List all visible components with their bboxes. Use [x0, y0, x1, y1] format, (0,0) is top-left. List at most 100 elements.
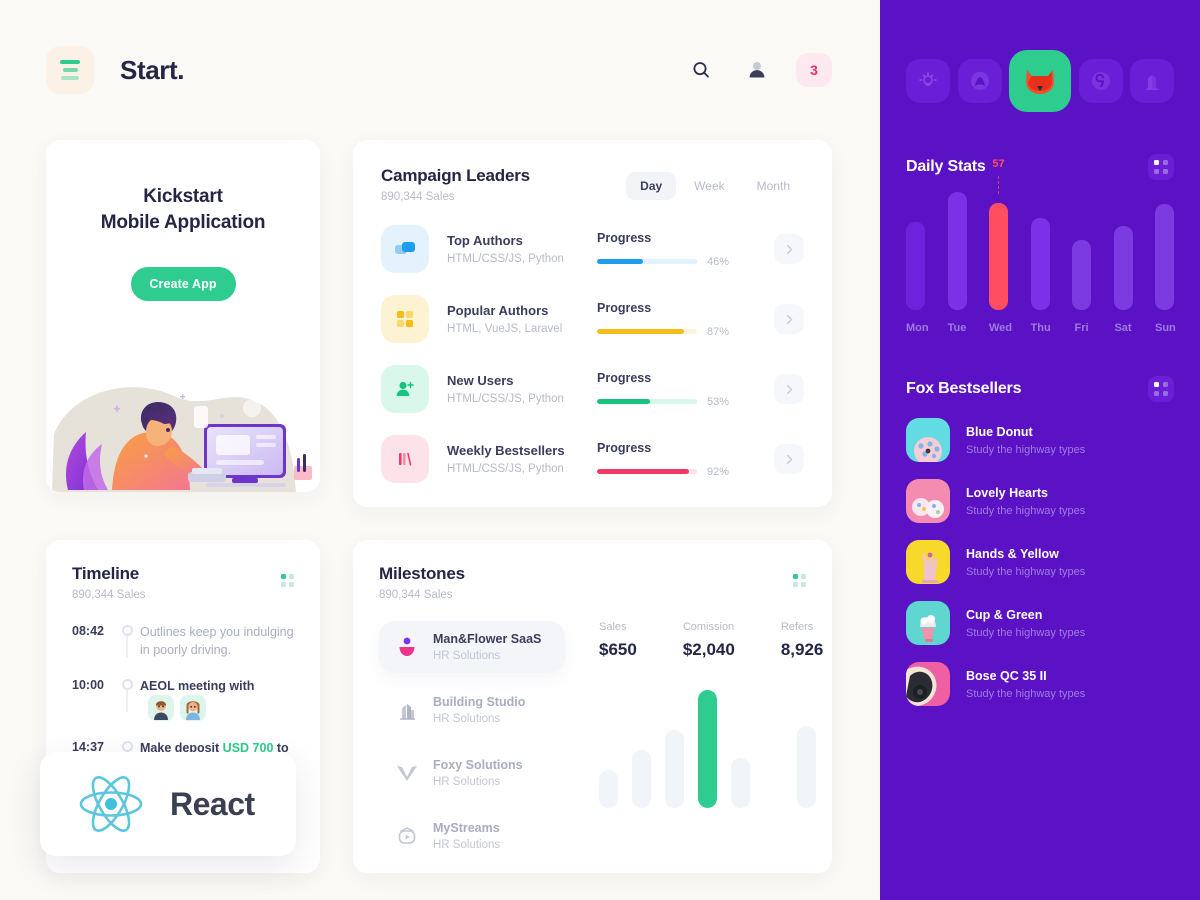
table-row[interactable]: Popular Authors HTML, VueJS, Laravel Pro… — [381, 295, 804, 343]
blue-donut-thumb — [906, 418, 950, 462]
list-item[interactable]: Blue Donut Study the highway types — [906, 418, 1174, 462]
timeline-text: AEOL meeting with — [140, 677, 294, 739]
product-name: Lovely Hearts — [966, 485, 1048, 500]
fox-app-icon[interactable] — [1009, 50, 1071, 112]
product-sub: Study the highway types — [966, 687, 1086, 700]
person-at-computer-illustration — [52, 387, 312, 492]
row-tech: HTML/CSS/JS, Python — [447, 393, 564, 405]
row-title: Weekly Bestsellers — [447, 443, 565, 458]
product-name: Hands & Yellow — [966, 546, 1059, 561]
company-name: MyStreams — [433, 821, 500, 835]
list-item[interactable]: Hands & Yellow Study the highway types — [906, 540, 1174, 584]
nine-app-icon[interactable] — [1078, 59, 1123, 103]
chart-bar — [947, 192, 967, 310]
row-text: New Users HTML/CSS/JS, Python — [447, 373, 579, 405]
grid-dots-icon[interactable] — [793, 564, 806, 587]
chevron-right-icon[interactable] — [774, 234, 804, 264]
progress-bar — [597, 259, 697, 264]
list-item[interactable]: 08:42 Outlines keep you indulging in poo… — [72, 623, 294, 677]
tab-day[interactable]: Day — [626, 172, 677, 200]
milestones-bar-chart — [599, 688, 823, 808]
grid-dots-icon[interactable] — [1148, 376, 1174, 402]
stat-label: Refers — [780, 621, 814, 633]
list-item[interactable]: Bose QC 35 II Study the highway types — [906, 662, 1174, 706]
chart-bar — [1113, 226, 1133, 310]
row-text: Top Authors HTML/CSS/JS, Python — [447, 233, 579, 265]
tick-label: Wed — [989, 322, 1013, 334]
product-sub: Study the highway types — [966, 504, 1086, 517]
notification-badge[interactable]: 3 — [796, 53, 832, 87]
row-title: Popular Authors — [447, 303, 549, 318]
list-item[interactable]: Lovely Hearts Study the highway types — [906, 479, 1174, 523]
right-column: Campaign Leaders 890,344 Sales Day Week … — [353, 140, 832, 507]
brand-area[interactable]: Start. — [46, 46, 184, 94]
bestsellers-list: Blue Donut Study the highway types Lovel… — [906, 418, 1174, 706]
table-row[interactable]: Top Authors HTML/CSS/JS, Python Progress… — [381, 225, 804, 273]
grid-dots-icon[interactable] — [1148, 154, 1174, 180]
sidebar: Daily Stats 57 Mon Tue Wed Thu Fri Sat S… — [880, 0, 1200, 900]
arc-app-icon[interactable] — [957, 59, 1002, 103]
stat-value: 8,926 — [780, 640, 824, 659]
list-item[interactable]: 10:00 AEOL meeting with — [72, 677, 294, 739]
table-row[interactable]: New Users HTML/CSS/JS, Python Progress 5… — [381, 365, 804, 413]
building-app-icon[interactable] — [1130, 59, 1174, 103]
row-text: Weekly Bestsellers HTML/CSS/JS, Python — [447, 443, 579, 475]
lightbulb-app-icon[interactable] — [906, 59, 950, 103]
daily-stats-chart: 57 — [906, 158, 1174, 310]
cup-green-thumb — [906, 601, 950, 645]
list-item[interactable]: Man&Flower SaaS HR Solutions — [379, 621, 565, 673]
hamburger-menu-icon[interactable] — [46, 46, 94, 94]
timeline-dot — [121, 741, 133, 753]
cards-row-1: Kickstart Mobile Application Create App — [0, 140, 880, 507]
company-name: Man&Flower SaaS — [433, 632, 542, 646]
chevron-right-icon[interactable] — [774, 444, 804, 474]
milestones-subtitle: 890,344 Sales — [379, 589, 453, 601]
progress-group: Progress 92% — [597, 441, 747, 478]
chevron-right-icon[interactable] — [774, 374, 804, 404]
tab-week[interactable]: Week — [680, 172, 738, 200]
bestsellers-title: Fox Bestsellers — [906, 380, 1022, 397]
tick-label: Thu — [1030, 322, 1051, 334]
timeline-time: 10:00 — [72, 678, 104, 693]
stat-sales: Sales $650 — [599, 621, 637, 660]
cards-row-3 — [0, 873, 880, 900]
tick-label: Tue — [947, 322, 967, 334]
list-item[interactable]: Building Studio HR Solutions — [379, 684, 569, 736]
user-avatar-icon[interactable] — [740, 53, 774, 87]
company-sub: HR Solutions — [433, 713, 501, 725]
timeline-text: Outlines keep you indulging in poorly dr… — [140, 625, 294, 658]
milestones-stats-area: Sales $650 Comission $2,040 Refers 8,926 — [569, 621, 823, 873]
milestones-card: Milestones 890,344 Sales Man&Flower SaaS… — [353, 540, 832, 873]
company-sub: HR Solutions — [433, 650, 501, 662]
lovely-hearts-thumb — [906, 479, 950, 523]
grid-dots-icon[interactable] — [281, 564, 294, 587]
chat-bubbles-icon — [381, 225, 429, 273]
table-row[interactable]: Weekly Bestsellers HTML/CSS/JS, Python P… — [381, 435, 804, 483]
add-user-icon — [381, 365, 429, 413]
product-name: Blue Donut — [966, 424, 1033, 439]
progress-group: Progress 53% — [597, 371, 747, 408]
stats-row: Sales $650 Comission $2,040 Refers 8,926 — [599, 621, 823, 660]
list-item[interactable]: Foxy Solutions HR Solutions — [379, 747, 569, 799]
kickstart-card: Kickstart Mobile Application Create App — [46, 140, 320, 492]
company-sub: HR Solutions — [433, 839, 501, 851]
list-item[interactable]: MyStreams HR Solutions — [379, 810, 569, 862]
react-atom-icon — [79, 776, 143, 832]
progress-group: Progress 87% — [597, 301, 747, 338]
timeline-title: Timeline — [72, 564, 140, 583]
list-item[interactable]: Cup & Green Study the highway types — [906, 601, 1174, 645]
chevron-right-icon[interactable] — [774, 304, 804, 334]
react-badge-card[interactable]: React — [40, 752, 296, 856]
product-name: Bose QC 35 II — [966, 668, 1047, 683]
hands-yellow-thumb — [906, 540, 950, 584]
create-app-button[interactable]: Create App — [130, 267, 236, 302]
dashboard-root: Start. 3 Kickstart Mobile Application Cr… — [0, 0, 1200, 900]
tab-month[interactable]: Month — [743, 172, 804, 200]
campaign-title: Campaign Leaders — [381, 166, 530, 185]
product-sub: Study the highway types — [966, 626, 1086, 639]
chart-bar — [989, 203, 1008, 310]
girl-avatar — [180, 695, 206, 722]
search-icon[interactable] — [684, 53, 718, 87]
tick-label: Mon — [906, 322, 929, 334]
campaign-subtitle: 890,344 Sales — [381, 191, 455, 203]
